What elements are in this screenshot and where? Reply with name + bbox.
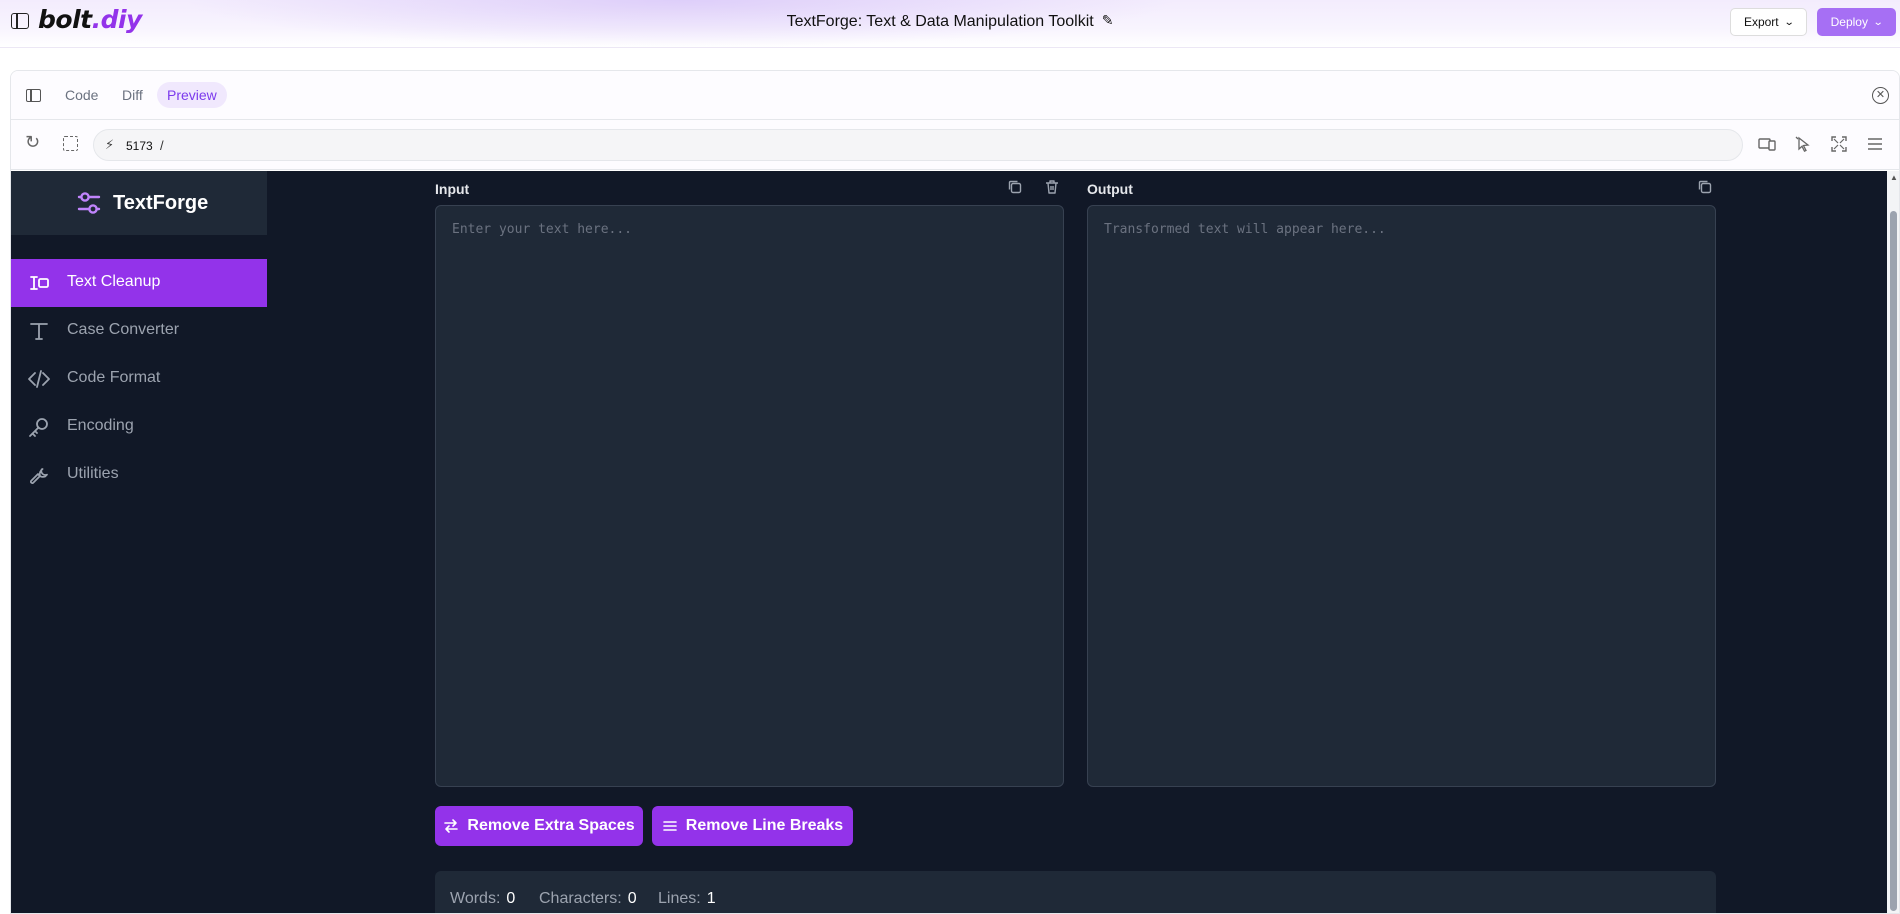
- output-textarea[interactable]: [1087, 205, 1716, 787]
- menu-icon[interactable]: [1866, 135, 1884, 153]
- tab-diff[interactable]: Diff: [112, 82, 153, 108]
- sidebar-item-label: Utilities: [67, 465, 119, 482]
- line-count: Lines: 1: [658, 890, 716, 908]
- character-count: Characters: 0: [539, 890, 637, 908]
- swap-arrows-icon: [444, 819, 459, 833]
- wrench-icon: [30, 468, 48, 484]
- app-header: bolt.diy TextForge: Text & Data Manipula…: [0, 0, 1900, 48]
- address-bar[interactable]: ⚡ 5173 /: [93, 129, 1743, 161]
- text-cleanup-icon: [30, 276, 49, 290]
- port-number[interactable]: 5173: [126, 139, 153, 153]
- url-path[interactable]: /: [160, 138, 164, 153]
- sidebar-item-label: Case Converter: [67, 321, 180, 338]
- preview-frame: TextForge Text Cleanup Case Converter Co…: [11, 171, 1889, 913]
- input-textarea[interactable]: [435, 205, 1064, 787]
- pencil-icon[interactable]: ✎: [1102, 12, 1114, 29]
- export-label: Export: [1743, 15, 1779, 29]
- remove-extra-spaces-button[interactable]: Remove Extra Spaces: [435, 806, 643, 846]
- line-count-value: 1: [706, 890, 716, 907]
- project-title-text: TextForge: Text & Data Manipulation Tool…: [786, 13, 1094, 30]
- word-count-value: 0: [506, 890, 516, 907]
- key-icon: [29, 418, 48, 437]
- deploy-label: Deploy: [1830, 15, 1868, 29]
- code-icon: [28, 370, 50, 388]
- line-count-label: Lines:: [658, 890, 701, 907]
- deploy-button[interactable]: Deploy ⌄: [1817, 8, 1896, 36]
- input-label: Input: [435, 181, 470, 197]
- remove-line-breaks-label: Remove Line Breaks: [685, 817, 844, 834]
- plug-icon[interactable]: ⚡: [105, 137, 114, 153]
- scrollbar-thumb[interactable]: [1890, 211, 1897, 911]
- word-count: Words: 0: [450, 890, 515, 908]
- copy-icon[interactable]: [1696, 178, 1714, 196]
- sidebar-item-case-converter[interactable]: Case Converter: [11, 307, 267, 355]
- remove-extra-spaces-label: Remove Extra Spaces: [467, 817, 635, 834]
- preview-toolbar: ↻ ⚡ 5173 /: [11, 120, 1899, 170]
- trash-icon[interactable]: [1043, 178, 1061, 196]
- fullscreen-icon[interactable]: [1830, 135, 1848, 153]
- sidebar-item-encoding[interactable]: Encoding: [11, 403, 267, 451]
- textforge-brand: TextForge: [11, 171, 267, 235]
- sliders-logo-icon: [77, 192, 101, 214]
- scroll-up-arrow-icon[interactable]: ▲: [1890, 173, 1898, 182]
- panel-toggle-icon[interactable]: [26, 89, 41, 102]
- textforge-sidebar: TextForge Text Cleanup Case Converter Co…: [11, 171, 267, 913]
- type-icon: [30, 323, 48, 340]
- sidebar-item-label: Code Format: [67, 369, 161, 386]
- workbench-tab-bar: Code Diff Preview ✕: [11, 71, 1899, 120]
- sidebar-item-code-format[interactable]: Code Format: [11, 355, 267, 403]
- preview-scrollbar[interactable]: ▲: [1887, 171, 1899, 913]
- chevron-down-icon: ⌄: [1872, 16, 1884, 28]
- sidebar-item-label: Text Cleanup: [67, 273, 161, 290]
- textforge-brand-name: TextForge: [113, 192, 209, 214]
- remove-line-breaks-button[interactable]: Remove Line Breaks: [652, 806, 853, 846]
- export-button[interactable]: Export ⌄: [1730, 8, 1807, 36]
- tab-code[interactable]: Code: [55, 82, 108, 108]
- word-count-label: Words:: [450, 890, 501, 907]
- output-label: Output: [1087, 181, 1133, 197]
- close-workbench-icon[interactable]: ✕: [1872, 87, 1889, 104]
- element-select-icon[interactable]: [63, 136, 78, 151]
- character-count-label: Characters:: [539, 890, 622, 907]
- reload-icon[interactable]: ↻: [25, 132, 40, 153]
- sidebar-item-utilities[interactable]: Utilities: [11, 451, 267, 499]
- text-stats-panel: Words: 0 Characters: 0 Lines: 1: [435, 871, 1716, 913]
- inspect-cursor-icon[interactable]: [1794, 135, 1812, 153]
- device-toggle-icon[interactable]: [1758, 135, 1776, 153]
- tab-preview[interactable]: Preview: [157, 82, 227, 108]
- copy-icon[interactable]: [1006, 178, 1024, 196]
- sidebar-item-text-cleanup[interactable]: Text Cleanup: [11, 259, 267, 307]
- character-count-value: 0: [627, 890, 637, 907]
- workbench-panel: Code Diff Preview ✕ ↻ ⚡ 5173 / TextForge…: [10, 70, 1900, 914]
- menu-lines-icon: [662, 821, 677, 831]
- sidebar-item-label: Encoding: [67, 417, 134, 434]
- project-title[interactable]: TextForge: Text & Data Manipulation Tool…: [0, 12, 1900, 31]
- chevron-down-icon: ⌄: [1783, 16, 1795, 28]
